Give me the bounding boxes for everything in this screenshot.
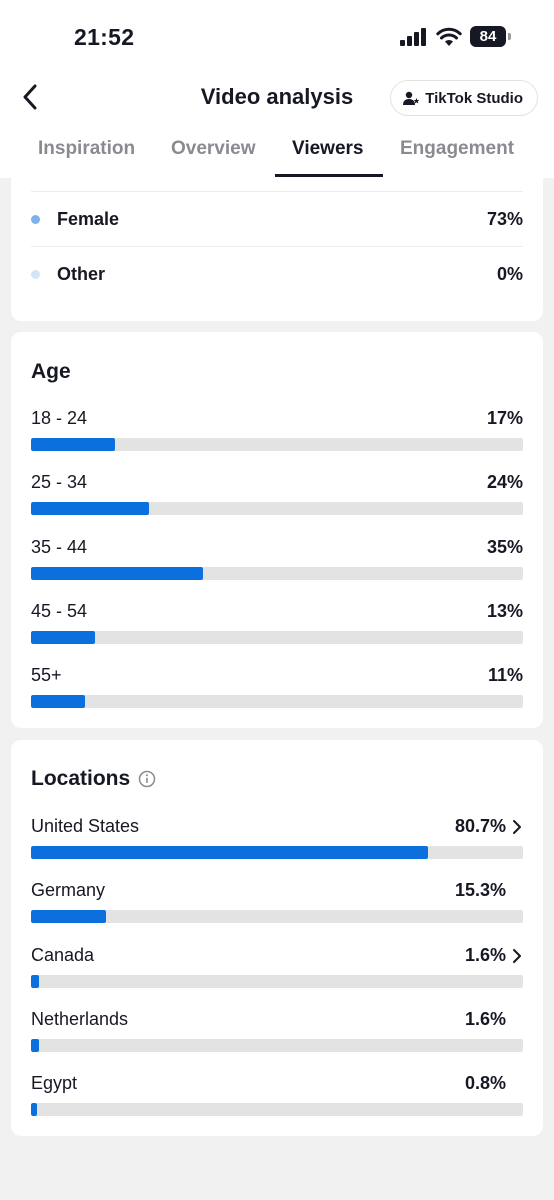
wifi-icon bbox=[436, 27, 462, 46]
age-bar-track bbox=[31, 567, 523, 580]
location-label: Canada bbox=[31, 945, 95, 965]
location-value-wrap: 0.8% bbox=[465, 1073, 523, 1094]
age-bar-fill bbox=[31, 631, 95, 644]
tab-engagement[interactable]: Engagement bbox=[400, 138, 514, 178]
age-row: 55+ 11% bbox=[31, 665, 523, 715]
age-label: 18 - 24 bbox=[31, 408, 88, 428]
age-row: 45 - 54 13% bbox=[31, 601, 523, 651]
age-label: 55+ bbox=[31, 665, 62, 685]
locations-title: Locations bbox=[31, 767, 131, 790]
battery-level: 84 bbox=[479, 28, 497, 45]
location-bar-track bbox=[31, 975, 523, 988]
battery-icon: 84 bbox=[470, 26, 511, 47]
locations-card: Locations United States 80.7% Germany 15… bbox=[11, 740, 543, 1136]
tab-bar: Inspiration Overview Viewers Engagement bbox=[0, 138, 554, 178]
age-bar-track bbox=[31, 438, 523, 451]
age-value: 17% bbox=[486, 408, 523, 428]
age-bar-fill bbox=[31, 695, 86, 708]
age-row: 25 - 34 24% bbox=[31, 472, 523, 522]
location-bar-track bbox=[31, 1103, 523, 1116]
location-bar-track bbox=[31, 910, 523, 923]
age-bar-fill bbox=[31, 567, 204, 580]
gender-value: 73% bbox=[486, 208, 523, 229]
location-bar-fill bbox=[31, 1103, 37, 1116]
age-bar-track bbox=[31, 631, 523, 644]
chevron-right-icon bbox=[513, 819, 521, 834]
active-tab-indicator bbox=[275, 174, 383, 177]
location-value-wrap: 1.6% bbox=[465, 945, 523, 966]
gender-row-female: Female 73% bbox=[31, 192, 523, 246]
location-label: Netherlands bbox=[31, 1009, 129, 1029]
location-bar-track bbox=[31, 846, 523, 859]
location-label: Germany bbox=[31, 880, 106, 900]
age-bar-fill bbox=[31, 502, 150, 515]
user-star-icon bbox=[403, 91, 420, 105]
other-dot bbox=[31, 269, 40, 279]
location-bar-fill bbox=[31, 846, 429, 859]
location-row-canada[interactable]: Canada 1.6% bbox=[31, 945, 523, 995]
location-value: 15.3% bbox=[454, 880, 506, 900]
gender-card: Female 73% Other 0% bbox=[11, 178, 543, 321]
location-value: 1.6% bbox=[464, 1009, 506, 1029]
location-value: 0.8% bbox=[464, 1073, 506, 1093]
location-value: 1.6% bbox=[464, 945, 506, 965]
location-bar-track bbox=[31, 1039, 523, 1052]
gender-label: Other bbox=[57, 263, 106, 284]
gender-value: 0% bbox=[496, 263, 523, 284]
location-row-netherlands: Netherlands 1.6% bbox=[31, 1009, 523, 1059]
signal-icon bbox=[400, 27, 426, 46]
location-row-united-states[interactable]: United States 80.7% bbox=[31, 816, 523, 866]
top-bar: 21:52 84 Video analysis TikTok Studio In… bbox=[0, 0, 554, 178]
age-row: 18 - 24 17% bbox=[31, 408, 523, 458]
age-card: Age 18 - 24 17% 25 - 34 24% 35 - 44 35% … bbox=[11, 332, 543, 728]
age-title: Age bbox=[31, 360, 71, 383]
location-value-wrap: 15.3% bbox=[455, 880, 523, 901]
age-bar-track bbox=[31, 502, 523, 515]
status-icons: 84 bbox=[400, 26, 511, 47]
gender-label: Female bbox=[57, 208, 120, 229]
info-icon[interactable] bbox=[138, 770, 156, 788]
location-bar-fill bbox=[31, 975, 39, 988]
tab-overview[interactable]: Overview bbox=[171, 138, 256, 178]
locations-header: Locations bbox=[31, 767, 156, 791]
age-value: 35% bbox=[486, 537, 523, 557]
tab-inspiration[interactable]: Inspiration bbox=[38, 138, 135, 178]
location-row-egypt: Egypt 0.8% bbox=[31, 1073, 523, 1123]
location-bar-fill bbox=[31, 1039, 39, 1052]
age-label: 35 - 44 bbox=[31, 537, 88, 557]
age-label: 45 - 54 bbox=[31, 601, 88, 621]
gender-row-other: Other 0% bbox=[31, 247, 523, 301]
age-value: 11% bbox=[487, 665, 523, 685]
age-value: 13% bbox=[486, 601, 523, 621]
age-bar-fill bbox=[31, 438, 115, 451]
tab-viewers[interactable]: Viewers bbox=[292, 138, 363, 178]
location-value-wrap: 80.7% bbox=[455, 816, 523, 837]
age-label: 25 - 34 bbox=[31, 472, 88, 492]
age-value: 24% bbox=[486, 472, 523, 492]
tiktok-studio-button[interactable]: TikTok Studio bbox=[390, 80, 538, 116]
location-bar-fill bbox=[31, 910, 107, 923]
location-label: Egypt bbox=[31, 1073, 78, 1093]
location-value: 80.7% bbox=[454, 816, 506, 836]
location-row-germany: Germany 15.3% bbox=[31, 880, 523, 930]
age-bar-track bbox=[31, 695, 523, 708]
chevron-right-icon bbox=[513, 948, 521, 963]
video-analysis-page: 21:52 84 Video analysis TikTok Studio In… bbox=[0, 0, 554, 1200]
tiktok-studio-label: TikTok Studio bbox=[425, 89, 523, 107]
status-time: 21:52 bbox=[74, 24, 135, 50]
female-dot bbox=[31, 214, 40, 224]
location-label: United States bbox=[31, 816, 140, 836]
age-row: 35 - 44 35% bbox=[31, 537, 523, 587]
location-value-wrap: 1.6% bbox=[465, 1009, 523, 1030]
